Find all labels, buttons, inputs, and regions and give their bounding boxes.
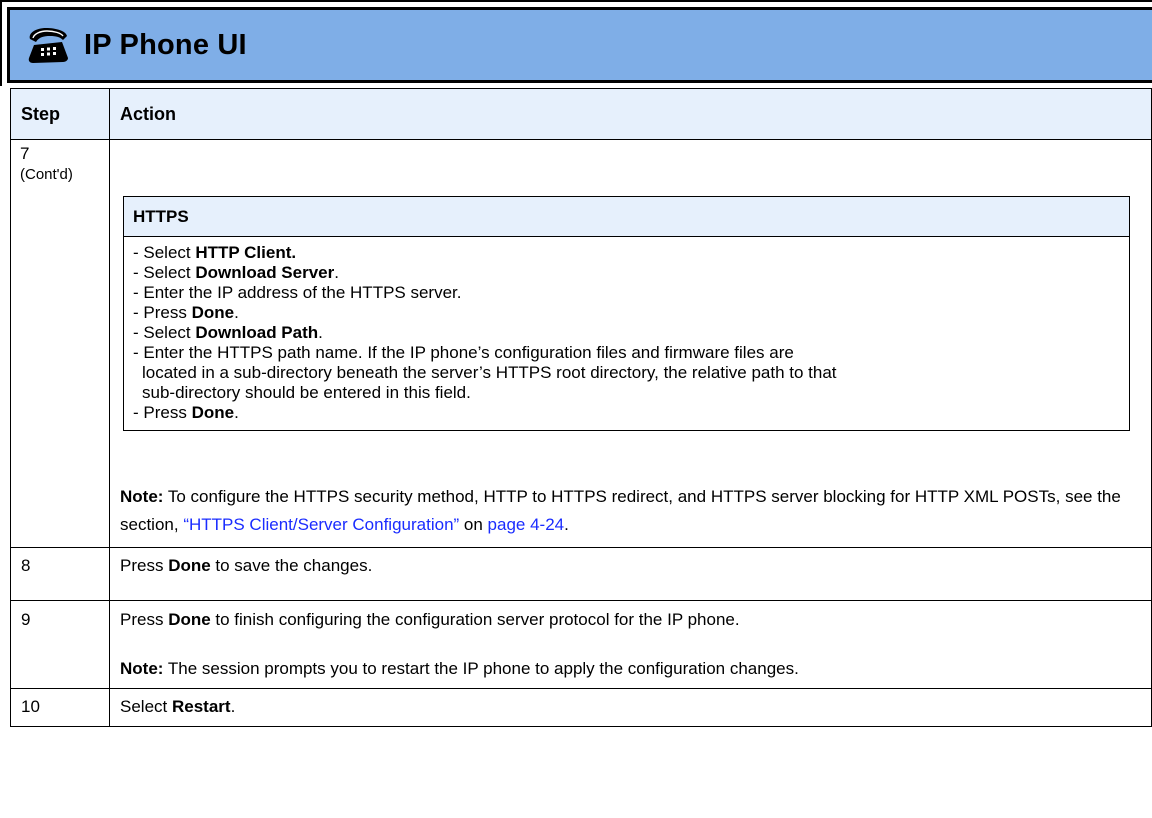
action-cell: Press Done to finish configuring the con…: [109, 600, 1152, 689]
table-header-row: Step Action: [10, 88, 1152, 140]
banner-frame: IP Phone UI: [0, 0, 1152, 86]
restart-note: Note: The session prompts you to restart…: [120, 659, 799, 678]
note-label: Note:: [120, 487, 164, 506]
instruction-line: - Press Done.: [133, 303, 239, 322]
https-config-section-link[interactable]: “HTTPS Client/Server Configuration”: [183, 515, 459, 534]
step-column-header: Step: [10, 88, 110, 140]
instruction-line: - Enter the IP address of the HTTPS serv…: [133, 283, 462, 302]
instruction-line: - Enter the HTTPS path name. If the IP p…: [133, 343, 794, 362]
instruction-line: - Select Download Path.: [133, 323, 323, 342]
https-note: Note: To configure the HTTPS security me…: [120, 487, 1121, 534]
page-reference-link[interactable]: page 4-24: [488, 515, 565, 534]
banner-title: IP Phone UI: [84, 28, 247, 61]
action-column-header: Action: [109, 88, 1152, 140]
instruction-line: - Select Download Server.: [133, 263, 339, 282]
table-row: 9 Press Done to finish configuring the c…: [10, 600, 1152, 689]
instruction-line-continued: located in a sub-directory beneath the s…: [142, 363, 837, 382]
phone-icon: [28, 28, 69, 63]
step-cell: 8: [10, 547, 110, 601]
table-row: 10 Select Restart.: [10, 688, 1152, 727]
step-number: 7: [20, 144, 30, 163]
table-row: 7 (Cont'd) HTTPS - Select HTTP Client. -…: [10, 139, 1152, 548]
table-row: 8 Press Done to save the changes.: [10, 547, 1152, 601]
step-number: 9: [21, 610, 31, 629]
section-banner: IP Phone UI: [7, 7, 1152, 83]
https-box: HTTPS - Select HTTP Client. - Select Dow…: [123, 196, 1130, 431]
action-cell: HTTPS - Select HTTP Client. - Select Dow…: [109, 139, 1152, 548]
https-box-body: - Select HTTP Client. - Select Download …: [124, 237, 1129, 430]
action-cell: Select Restart.: [109, 688, 1152, 727]
step-cell: 9: [10, 600, 110, 689]
https-box-title: HTTPS: [124, 197, 1129, 237]
action-cell: Press Done to save the changes.: [109, 547, 1152, 601]
step-number: 10: [21, 697, 40, 716]
step-cell: 10: [10, 688, 110, 727]
procedure-table: Step Action 7 (Cont'd) HTTPS - Select HT…: [10, 88, 1152, 727]
step-continued-label: (Cont'd): [20, 166, 73, 183]
instruction-line: - Select HTTP Client.: [133, 243, 297, 262]
action-text: Press Done to finish configuring the con…: [120, 610, 740, 629]
step-cell: 7 (Cont'd): [10, 139, 110, 548]
step-number: 8: [21, 556, 31, 575]
instruction-line-continued: sub-directory should be entered in this …: [142, 383, 471, 402]
note-label: Note:: [120, 659, 164, 678]
instruction-line: - Press Done.: [133, 403, 239, 422]
